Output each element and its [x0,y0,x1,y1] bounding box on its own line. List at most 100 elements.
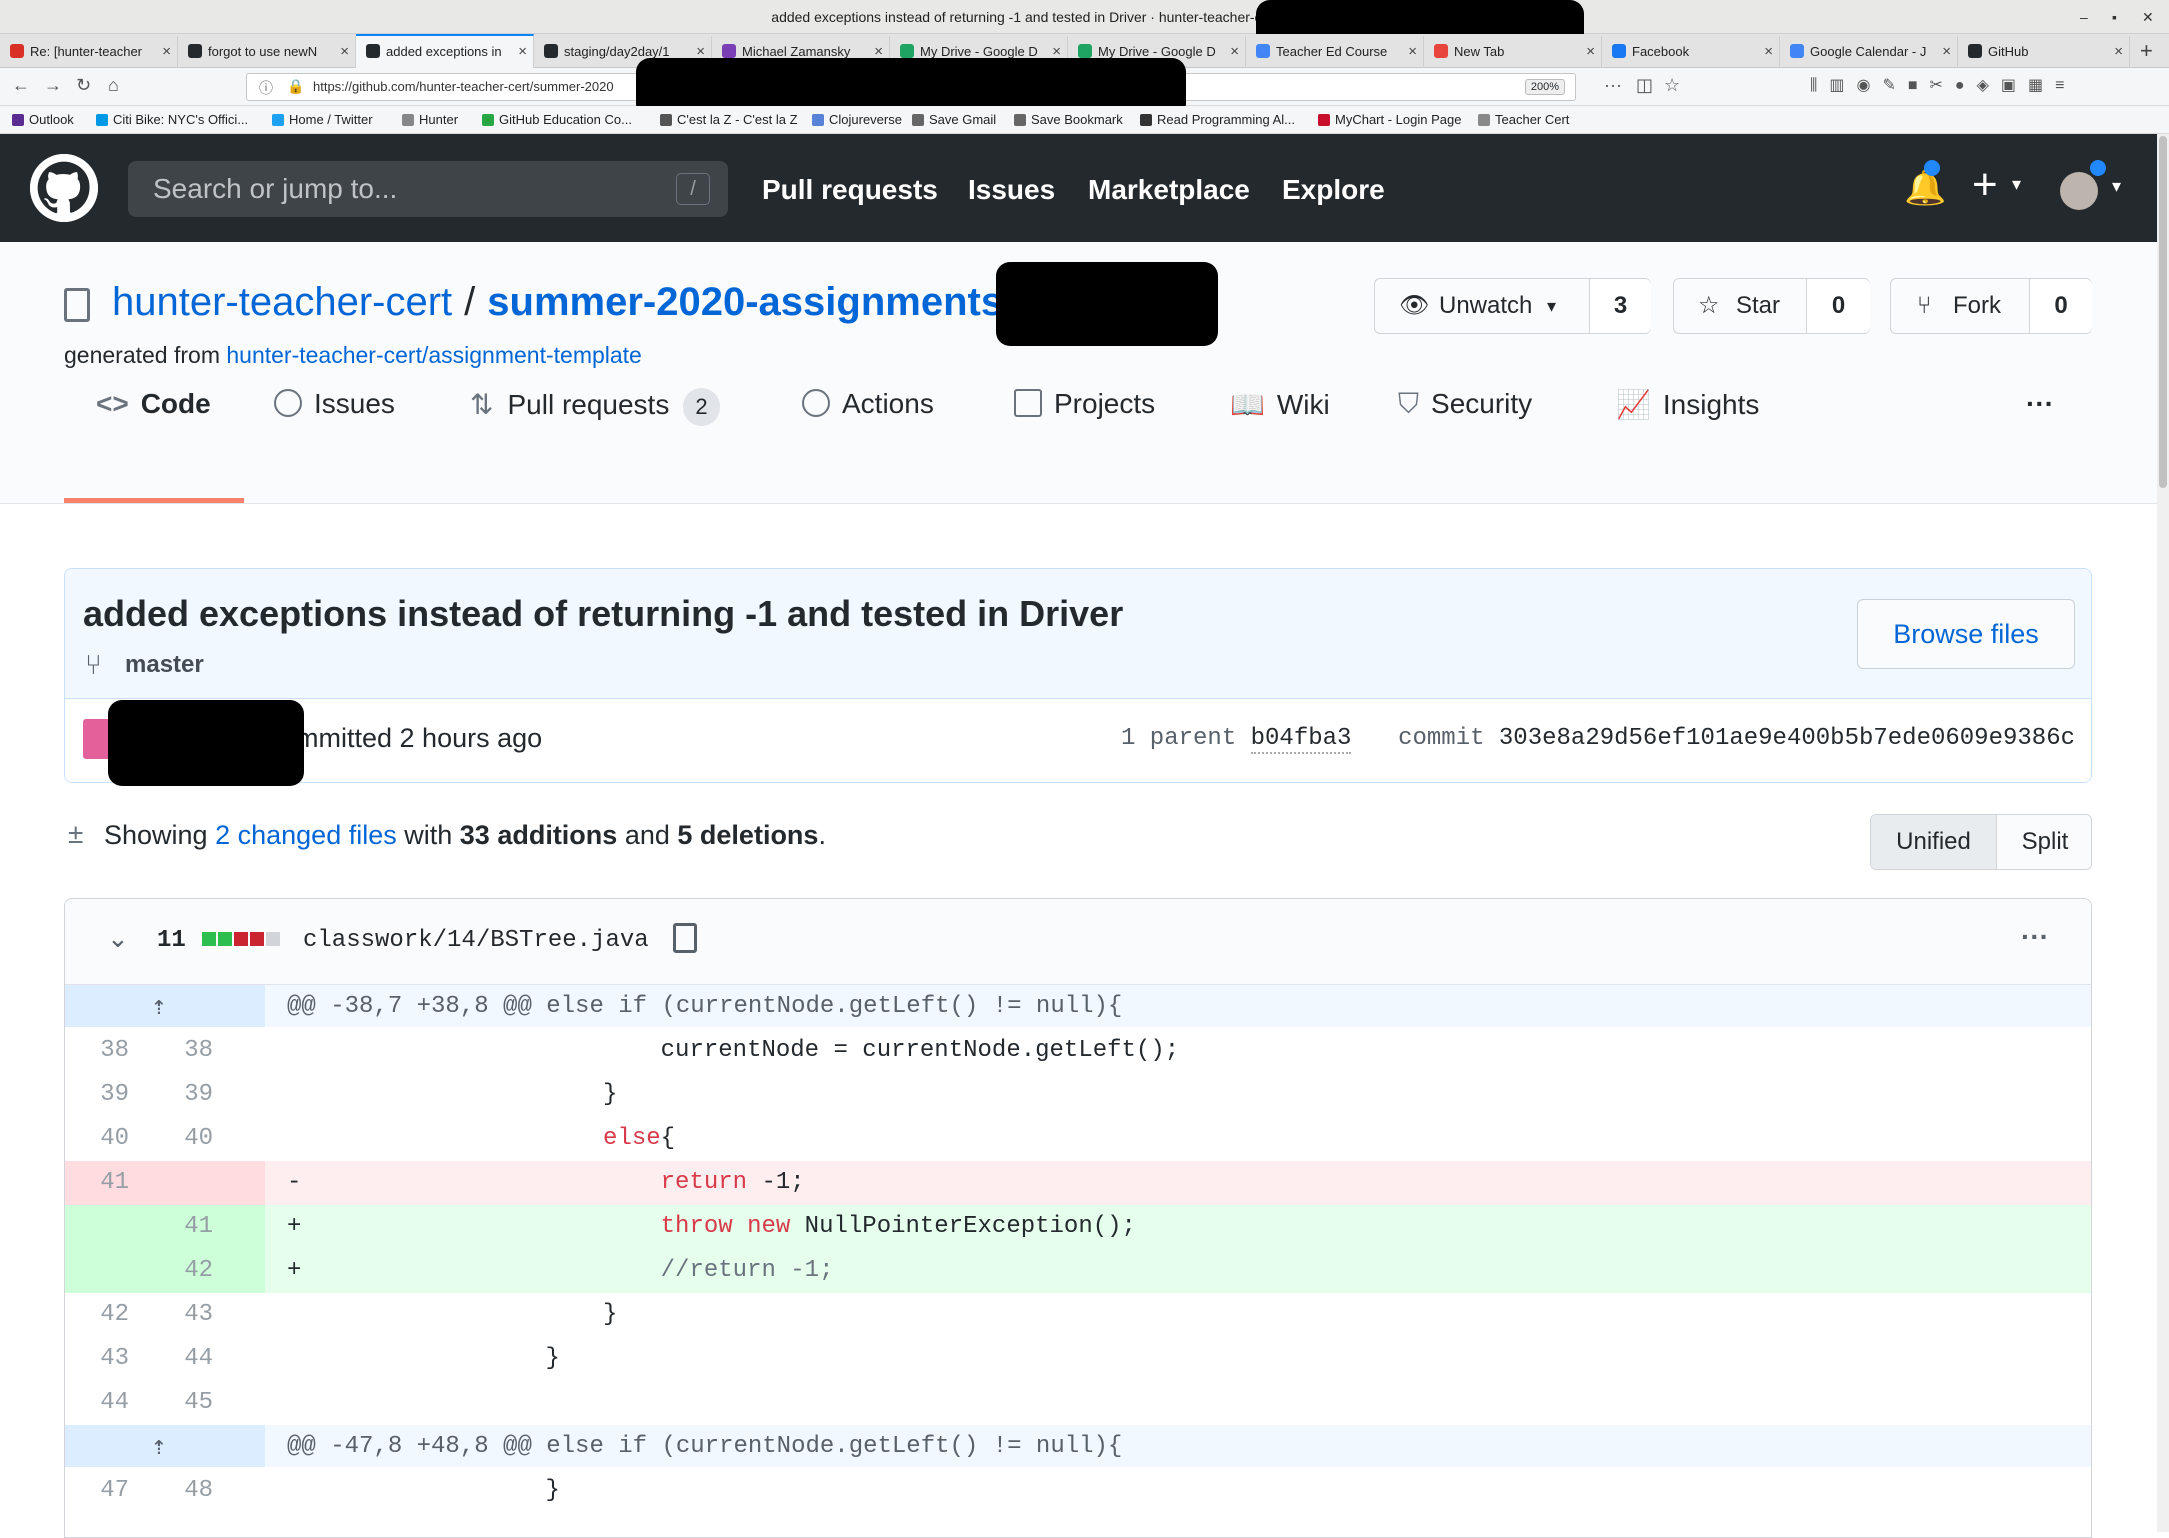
unwatch-button[interactable]: 👁 Unwatch ▾ 3 [1374,278,1651,334]
new-line-number[interactable]: 38 [153,1029,213,1073]
browser-tab[interactable]: Teacher Ed Course × [1246,36,1424,68]
info-icon[interactable]: ⓘ [259,78,273,98]
tab-projects[interactable]: Projects [1014,388,1155,420]
parent-sha-link[interactable]: b04fba3 [1250,725,1352,754]
old-line-number[interactable]: 44 [69,1381,129,1425]
split-button[interactable]: Split [1997,815,2091,869]
browser-tab[interactable]: New Tab × [1424,36,1602,68]
star-count[interactable]: 0 [1806,279,1870,333]
avatar[interactable] [2060,172,2098,210]
browser-tab[interactable]: Facebook × [1602,36,1780,68]
bookmark-item[interactable]: Hunter [402,112,458,127]
old-line-number[interactable]: 38 [69,1029,129,1073]
repo-owner-link[interactable]: hunter-teacher-cert [112,280,452,324]
home-icon[interactable]: ⌂ [108,75,119,96]
close-tab-icon[interactable]: × [162,36,171,68]
old-line-number[interactable]: 41 [69,1161,129,1205]
chevron-down-icon[interactable]: ▾ [2112,176,2121,197]
close-tab-icon[interactable]: × [1764,36,1773,68]
zoom-level[interactable]: 200% [1524,79,1565,95]
bookmark-item[interactable]: Clojureverse [812,112,902,127]
bookmark-item[interactable]: Save Gmail [912,112,996,127]
bookmark-star-icon[interactable]: ☆ [1664,75,1680,96]
close-window-icon[interactable]: ✕ [2142,0,2154,34]
clipboard-icon[interactable] [673,923,697,953]
old-line-number[interactable]: 40 [69,1117,129,1161]
close-tab-icon[interactable]: × [2114,36,2123,68]
close-tab-icon[interactable]: × [1942,36,1951,68]
maximize-icon[interactable]: ▪ [2112,0,2117,34]
browser-tab[interactable]: GitHub × [1958,36,2130,68]
new-line-number[interactable]: 44 [153,1337,213,1381]
new-line-number[interactable]: 45 [153,1381,213,1425]
tab-security[interactable]: ⛉ Security [1398,388,1532,421]
tab-insights[interactable]: 📈 Insights [1616,388,1759,421]
tab-code[interactable]: <> Code [96,388,211,420]
browser-tab[interactable]: forgot to use newN × [178,36,356,68]
browse-files-button[interactable]: Browse files [1857,599,2075,669]
tab-issues[interactable]: Issues [274,388,395,420]
branch-name[interactable]: master [125,651,204,679]
scrollbar-thumb[interactable] [2159,136,2167,488]
pocket-icon[interactable]: ◫ [1636,75,1653,96]
forward-icon[interactable]: → [44,75,62,96]
expand-lines-icon[interactable]: ⇡ [151,1425,167,1469]
github-logo-icon[interactable] [30,154,98,222]
new-line-number[interactable]: 40 [153,1117,213,1161]
nav-issues[interactable]: Issues [968,174,1055,206]
browser-tab[interactable]: Re: [hunter-teacher × [0,36,178,68]
minimize-icon[interactable]: – [2080,0,2088,34]
close-tab-icon[interactable]: × [340,36,349,68]
nav-explore[interactable]: Explore [1282,174,1385,206]
changed-files-link[interactable]: 2 changed files [215,820,397,850]
toolbar-extensions-icon[interactable]: ⫼▥◉✎■✂●◈▣▦≡ [1810,75,2076,95]
collapse-chevron-icon[interactable]: ⌄ [107,923,129,954]
file-options-icon[interactable]: ··· [2021,921,2049,953]
create-new-icon[interactable]: + [1972,160,1998,210]
search-input[interactable]: Search or jump to... / [128,161,728,217]
tab-actions[interactable]: Actions [802,388,934,420]
bookmark-item[interactable]: MyChart - Login Page [1318,112,1461,127]
commit-sha-value[interactable]: 303e8a29d56ef101ae9e400b5b7ede0609e9386c [1499,725,2075,752]
old-line-number[interactable]: 39 [69,1073,129,1117]
close-tab-icon[interactable]: × [1230,36,1239,68]
page-actions-icon[interactable]: ··· [1604,75,1622,96]
bookmark-item[interactable]: Citi Bike: NYC's Offici... [96,112,248,127]
unified-button[interactable]: Unified [1871,815,1997,869]
bookmark-item[interactable]: C'est la Z - C'est la Z [660,112,798,127]
tab-pull-requests[interactable]: ⇅ Pull requests 2 [470,388,720,426]
repo-name-link[interactable]: summer-2020-assignments [487,280,1003,324]
new-line-number[interactable]: 42 [153,1249,213,1293]
new-line-number[interactable]: 43 [153,1293,213,1337]
nav-pull-requests[interactable]: Pull requests [762,174,938,206]
new-line-number[interactable]: 41 [153,1205,213,1249]
url-text[interactable]: https://github.com/hunter-teacher-cert/s… [313,79,614,94]
close-tab-icon[interactable]: × [518,36,527,68]
bookmark-item[interactable]: Save Bookmark [1014,112,1123,127]
expand-lines-icon[interactable]: ⇡ [151,985,167,1029]
browser-tab[interactable]: Google Calendar - J × [1780,36,1958,68]
old-line-number[interactable]: 47 [69,1469,129,1513]
old-line-number[interactable]: 43 [69,1337,129,1381]
bookmark-item[interactable]: Outlook [12,112,74,127]
back-icon[interactable]: ← [12,75,30,96]
watch-count[interactable]: 3 [1589,279,1651,333]
star-button[interactable]: ☆ Star 0 [1673,278,1870,334]
new-line-number[interactable]: 48 [153,1469,213,1513]
tab-wiki[interactable]: 📖 Wiki [1230,388,1330,421]
old-line-number[interactable]: 42 [69,1293,129,1337]
fork-button[interactable]: ⑂ Fork 0 [1890,278,2092,334]
more-tabs-icon[interactable]: ··· [2026,388,2054,420]
new-line-number[interactable]: 39 [153,1073,213,1117]
close-tab-icon[interactable]: × [1586,36,1595,68]
notifications-bell-icon[interactable]: 🔔 [1904,168,1946,208]
nav-marketplace[interactable]: Marketplace [1088,174,1250,206]
fork-count[interactable]: 0 [2029,279,2092,333]
reload-icon[interactable]: ↻ [76,75,91,96]
bookmark-item[interactable]: Teacher Cert [1478,112,1569,127]
template-link[interactable]: hunter-teacher-cert/assignment-template [226,342,641,368]
close-tab-icon[interactable]: × [1408,36,1417,68]
bookmark-item[interactable]: GitHub Education Co... [482,112,632,127]
chevron-down-icon[interactable]: ▾ [2012,174,2021,195]
bookmark-item[interactable]: Home / Twitter [272,112,373,127]
